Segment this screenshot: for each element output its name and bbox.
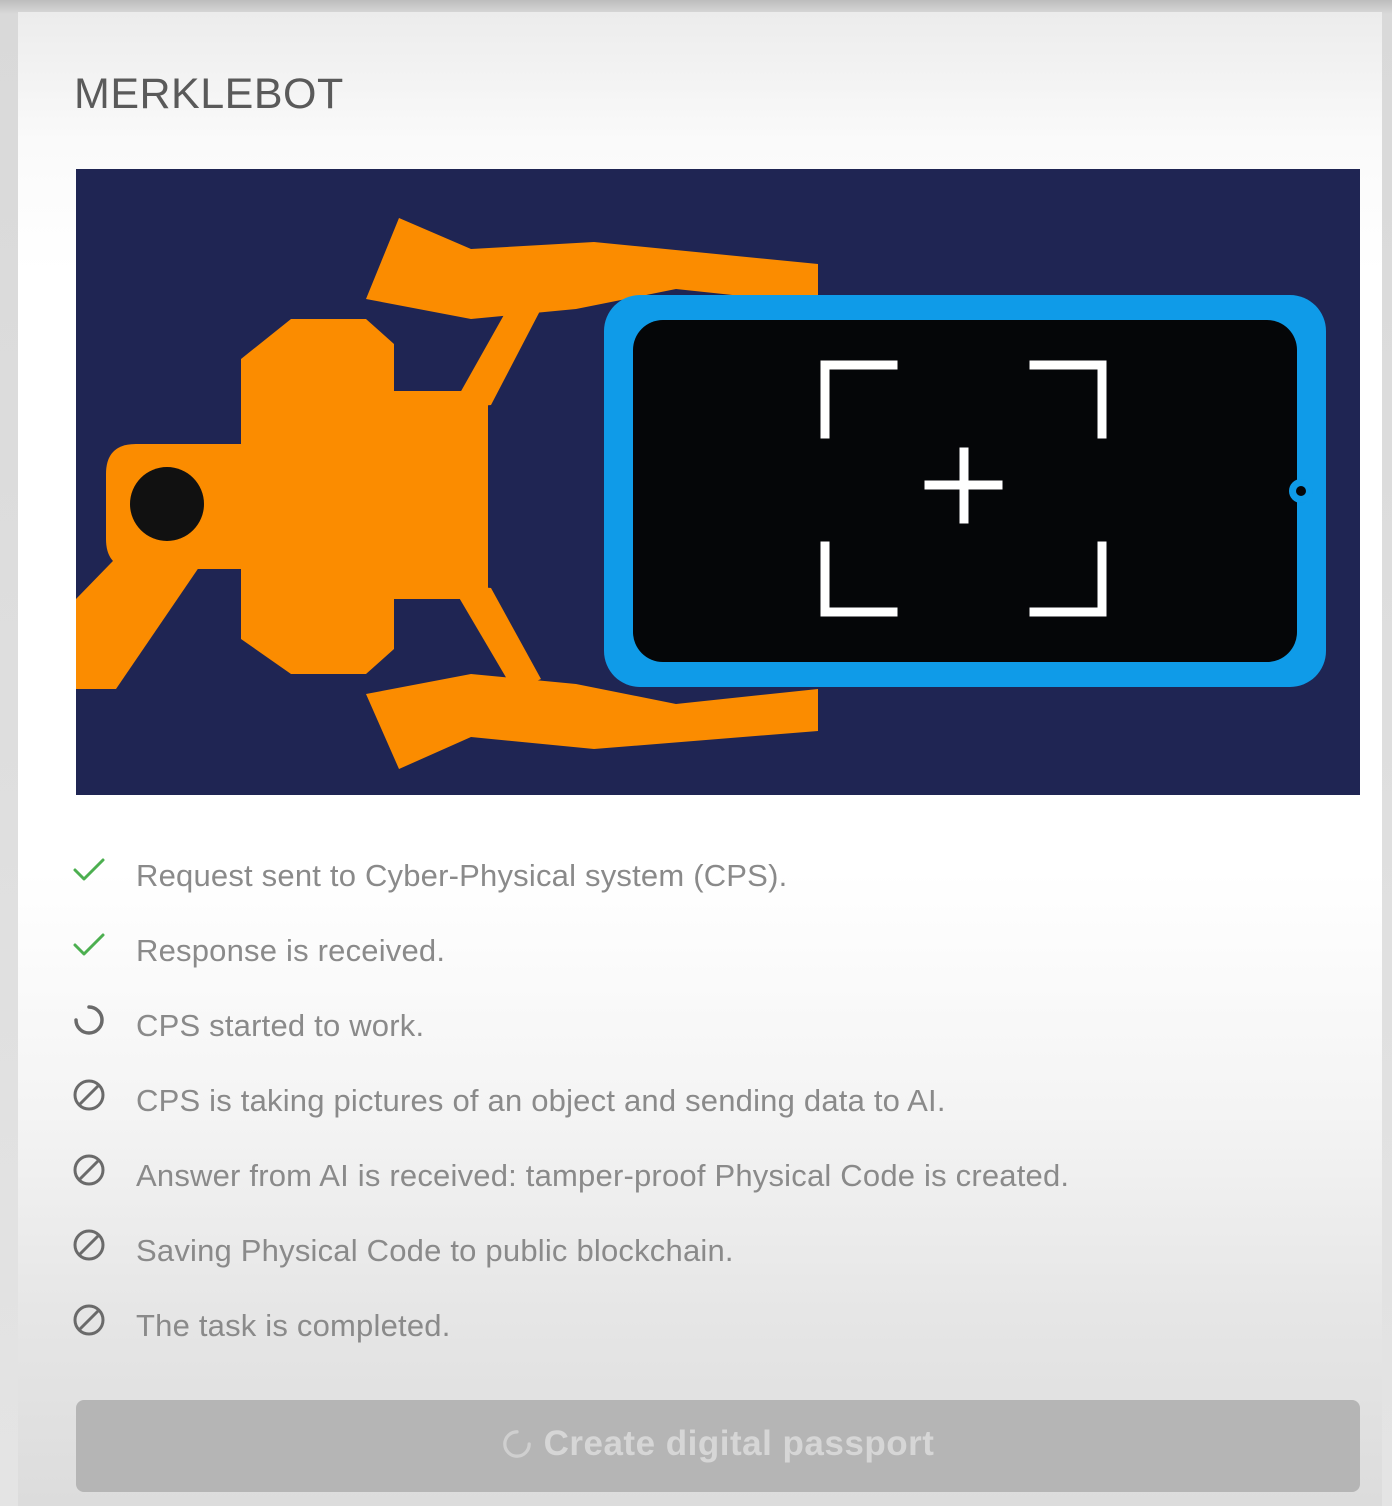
joint-pin-icon <box>130 467 204 541</box>
progress-step: Saving Physical Code to public blockchai… <box>68 1215 1168 1290</box>
progress-step: Request sent to Cyber-Physical system (C… <box>68 840 1168 915</box>
check-icon <box>72 853 106 887</box>
progress-steps-list: Request sent to Cyber-Physical system (C… <box>68 840 1168 1365</box>
progress-step-label: The task is completed. <box>136 1308 451 1343</box>
progress-step-label: Saving Physical Code to public blockchai… <box>136 1233 734 1268</box>
progress-step: CPS is taking pictures of an object and … <box>68 1065 1168 1140</box>
blocked-icon <box>72 1153 106 1187</box>
progress-step: Response is received. <box>68 915 1168 990</box>
blocked-icon <box>72 1228 106 1262</box>
create-digital-passport-label: Create digital passport <box>543 1424 935 1463</box>
progress-step: The task is completed. <box>68 1290 1168 1365</box>
blocked-icon <box>72 1078 106 1112</box>
check-icon <box>72 928 106 962</box>
progress-step: CPS started to work. <box>68 990 1168 1065</box>
spinner-icon <box>502 1430 531 1458</box>
hero-illustration <box>76 169 1360 795</box>
progress-step: Answer from AI is received: tamper-proof… <box>68 1140 1168 1215</box>
create-digital-passport-button[interactable]: Create digital passport <box>76 1400 1360 1492</box>
app-title: MERKLEBOT <box>74 70 344 118</box>
page-background: MERKLEBOT Request sent to Cyber-Physical… <box>0 0 1392 1506</box>
task-card: MERKLEBOT Request sent to Cyber-Physical… <box>18 12 1382 1506</box>
progress-step-label: Answer from AI is received: tamper-proof… <box>136 1158 1070 1193</box>
progress-step-label: CPS started to work. <box>136 1008 425 1043</box>
blocked-icon <box>72 1303 106 1337</box>
spinner-icon <box>72 1003 106 1037</box>
progress-step-label: CPS is taking pictures of an object and … <box>136 1083 946 1118</box>
progress-step-label: Request sent to Cyber-Physical system (C… <box>136 858 788 893</box>
progress-step-label: Response is received. <box>136 933 446 968</box>
